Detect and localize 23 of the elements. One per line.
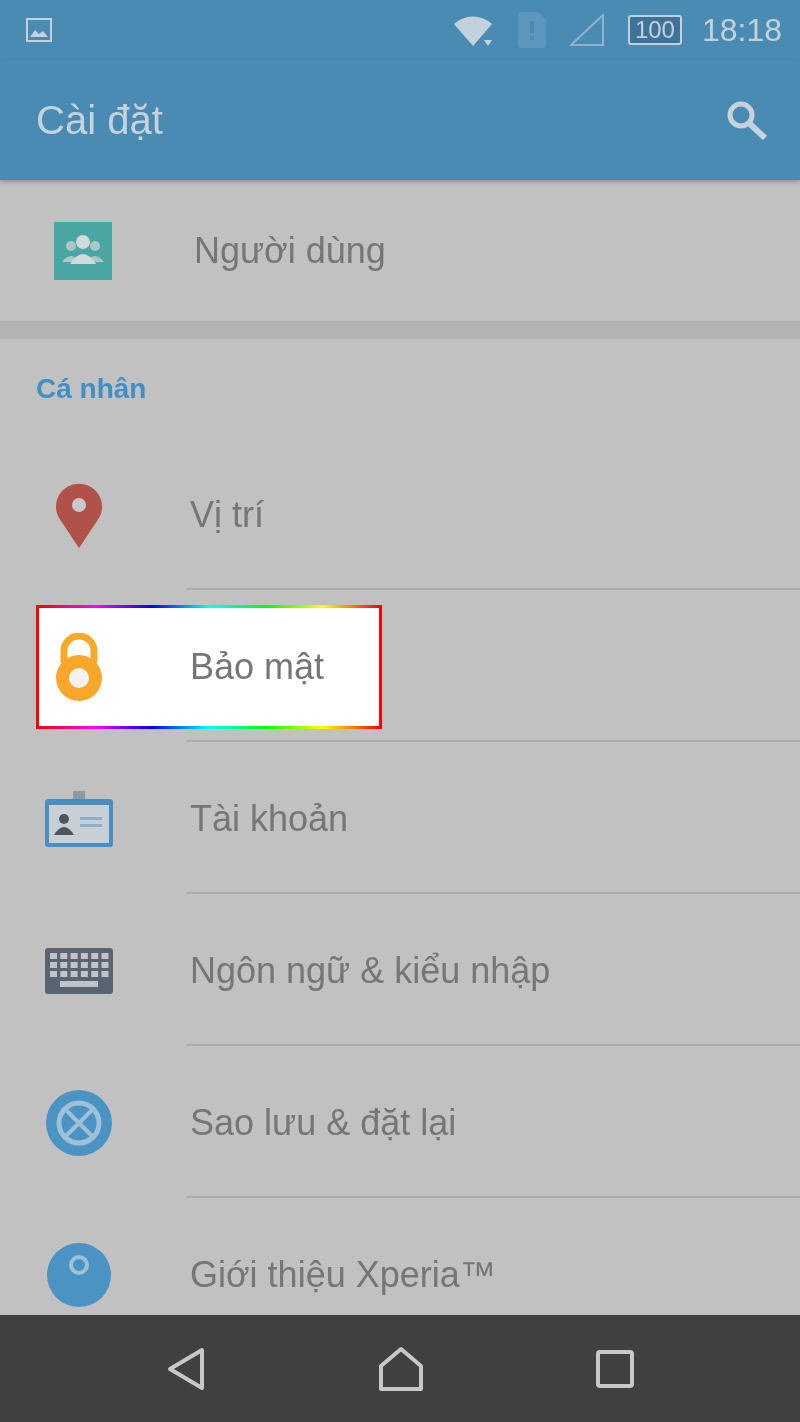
settings-item[interactable]: Sao lưu & đặt lại <box>36 1061 515 1185</box>
image-icon <box>26 18 52 42</box>
info-icon <box>47 1243 111 1307</box>
settings-item[interactable]: Tài khoản <box>36 757 407 881</box>
clock: 18:18 <box>701 11 782 49</box>
settings-item[interactable]: Người dùng <box>36 188 444 313</box>
people-icon <box>54 221 112 280</box>
id-card-icon <box>45 791 113 847</box>
padlock-icon <box>54 633 104 701</box>
home-icon[interactable] <box>378 1345 424 1392</box>
settings-item[interactable]: Giới thiệu Xperia™ <box>36 1213 554 1315</box>
back-icon[interactable] <box>166 1346 206 1391</box>
settings-item[interactable]: Bảo mật <box>36 605 383 729</box>
battery-level: 100 <box>627 15 682 45</box>
section-header: Cá nhân <box>36 373 147 405</box>
screen-title: Cài đặt <box>36 97 163 143</box>
signal-icon <box>569 14 604 46</box>
settings-item[interactable]: Ngôn ngữ & kiểu nhập <box>36 909 609 1033</box>
map-pin-icon <box>54 482 104 548</box>
recent-apps-icon[interactable] <box>596 1349 634 1388</box>
settings-item[interactable]: Vị trí <box>36 453 322 577</box>
backup-icon <box>46 1090 112 1156</box>
keyboard-icon <box>45 948 113 994</box>
